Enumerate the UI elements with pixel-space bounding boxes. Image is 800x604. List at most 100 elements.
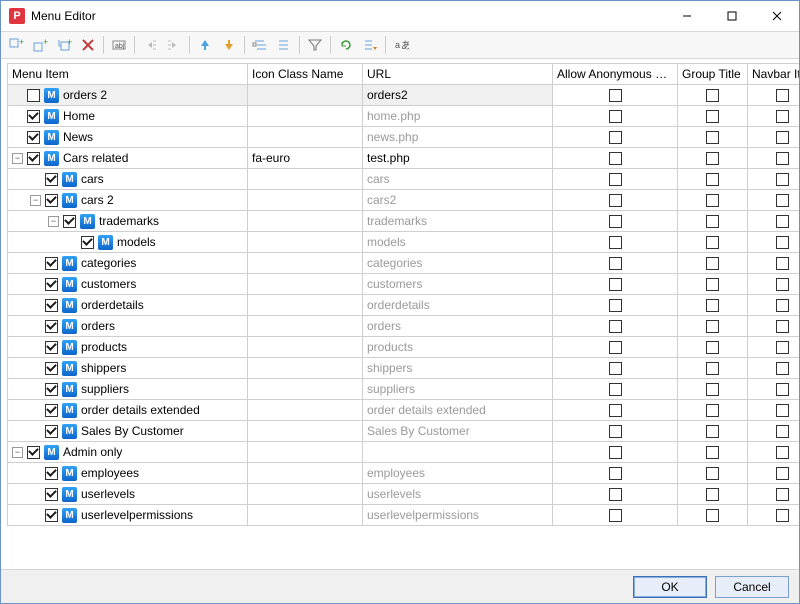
checkbox[interactable] bbox=[609, 236, 622, 249]
navbar-item-cell[interactable] bbox=[748, 295, 800, 316]
checkbox[interactable] bbox=[776, 215, 789, 228]
checkbox[interactable] bbox=[776, 257, 789, 270]
navbar-item-cell[interactable] bbox=[748, 169, 800, 190]
checkbox[interactable] bbox=[609, 110, 622, 123]
checkbox[interactable] bbox=[776, 131, 789, 144]
icon-class-cell[interactable] bbox=[248, 463, 363, 484]
table-row[interactable]: Morderdetailsorderdetails bbox=[8, 295, 800, 316]
checkbox[interactable] bbox=[706, 404, 719, 417]
rename-icon[interactable]: ab| bbox=[108, 34, 130, 56]
checkbox[interactable] bbox=[706, 89, 719, 102]
group-title-cell[interactable] bbox=[678, 274, 748, 295]
language-icon[interactable]: aあ bbox=[390, 34, 412, 56]
checkbox[interactable] bbox=[706, 425, 719, 438]
group-title-cell[interactable] bbox=[678, 106, 748, 127]
checkbox[interactable] bbox=[706, 278, 719, 291]
row-checkbox[interactable] bbox=[27, 110, 40, 123]
checkbox[interactable] bbox=[609, 194, 622, 207]
checkbox[interactable] bbox=[776, 173, 789, 186]
navbar-item-cell[interactable] bbox=[748, 127, 800, 148]
checkbox[interactable] bbox=[706, 383, 719, 396]
checkbox[interactable] bbox=[776, 320, 789, 333]
url-cell[interactable]: Sales By Customer bbox=[363, 421, 553, 442]
checkbox[interactable] bbox=[706, 509, 719, 522]
table-row[interactable]: Msupplierssuppliers bbox=[8, 379, 800, 400]
icon-class-cell[interactable] bbox=[248, 232, 363, 253]
table-row[interactable]: −MAdmin only bbox=[8, 442, 800, 463]
navbar-item-cell[interactable] bbox=[748, 211, 800, 232]
url-cell[interactable]: shippers bbox=[363, 358, 553, 379]
navbar-item-cell[interactable] bbox=[748, 253, 800, 274]
checkbox[interactable] bbox=[776, 488, 789, 501]
row-checkbox[interactable] bbox=[27, 131, 40, 144]
navbar-item-cell[interactable] bbox=[748, 148, 800, 169]
checkbox[interactable] bbox=[609, 446, 622, 459]
icon-class-cell[interactable] bbox=[248, 190, 363, 211]
checkbox[interactable] bbox=[776, 236, 789, 249]
move-down-icon[interactable] bbox=[218, 34, 240, 56]
checkbox[interactable] bbox=[609, 467, 622, 480]
allow-anon-cell[interactable] bbox=[553, 484, 678, 505]
checkbox[interactable] bbox=[776, 362, 789, 375]
group-title-cell[interactable] bbox=[678, 85, 748, 106]
checkbox[interactable] bbox=[706, 257, 719, 270]
row-checkbox[interactable] bbox=[45, 488, 58, 501]
row-checkbox[interactable] bbox=[45, 278, 58, 291]
icon-class-cell[interactable] bbox=[248, 505, 363, 526]
tree-toggle-icon[interactable]: − bbox=[12, 153, 23, 164]
checkbox[interactable] bbox=[706, 320, 719, 333]
checkbox[interactable] bbox=[609, 89, 622, 102]
checkbox[interactable] bbox=[776, 110, 789, 123]
allow-anon-cell[interactable] bbox=[553, 232, 678, 253]
url-cell[interactable]: categories bbox=[363, 253, 553, 274]
header-navbar-item[interactable]: Navbar Item bbox=[748, 64, 800, 85]
icon-class-cell[interactable] bbox=[248, 211, 363, 232]
group-title-cell[interactable] bbox=[678, 442, 748, 463]
table-row[interactable]: −Mcars 2cars2 bbox=[8, 190, 800, 211]
checkbox[interactable] bbox=[776, 383, 789, 396]
checkbox[interactable] bbox=[776, 299, 789, 312]
close-button[interactable] bbox=[754, 1, 799, 31]
add-sibling-after-icon[interactable]: + bbox=[29, 34, 51, 56]
icon-class-cell[interactable] bbox=[248, 358, 363, 379]
header-url[interactable]: URL bbox=[363, 64, 553, 85]
navbar-item-cell[interactable] bbox=[748, 463, 800, 484]
checkbox[interactable] bbox=[706, 446, 719, 459]
table-row[interactable]: Muserlevelpermissionsuserlevelpermission… bbox=[8, 505, 800, 526]
row-checkbox[interactable] bbox=[27, 446, 40, 459]
table-row[interactable]: MNewsnews.php bbox=[8, 127, 800, 148]
row-checkbox[interactable] bbox=[45, 404, 58, 417]
allow-anon-cell[interactable] bbox=[553, 421, 678, 442]
group-title-cell[interactable] bbox=[678, 127, 748, 148]
url-cell[interactable]: models bbox=[363, 232, 553, 253]
table-row[interactable]: Mordersorders bbox=[8, 316, 800, 337]
checkbox[interactable] bbox=[776, 89, 789, 102]
indent-icon[interactable] bbox=[163, 34, 185, 56]
checkbox[interactable] bbox=[609, 152, 622, 165]
url-cell[interactable]: products bbox=[363, 337, 553, 358]
table-row[interactable]: Morders 2orders2 bbox=[8, 85, 800, 106]
url-cell[interactable]: orderdetails bbox=[363, 295, 553, 316]
add-child-icon[interactable]: + bbox=[53, 34, 75, 56]
navbar-item-cell[interactable] bbox=[748, 232, 800, 253]
checkbox[interactable] bbox=[776, 341, 789, 354]
icon-class-cell[interactable] bbox=[248, 127, 363, 148]
row-checkbox[interactable] bbox=[45, 173, 58, 186]
icon-class-cell[interactable] bbox=[248, 253, 363, 274]
table-row[interactable]: Morder details extendedorder details ext… bbox=[8, 400, 800, 421]
navbar-item-cell[interactable] bbox=[748, 379, 800, 400]
table-row[interactable]: Mproductsproducts bbox=[8, 337, 800, 358]
allow-anon-cell[interactable] bbox=[553, 400, 678, 421]
table-row[interactable]: MSales By CustomerSales By Customer bbox=[8, 421, 800, 442]
url-cell[interactable]: trademarks bbox=[363, 211, 553, 232]
row-checkbox[interactable] bbox=[81, 236, 94, 249]
icon-class-cell[interactable] bbox=[248, 85, 363, 106]
tree-toggle-icon[interactable]: − bbox=[48, 216, 59, 227]
checkbox[interactable] bbox=[609, 299, 622, 312]
allow-anon-cell[interactable] bbox=[553, 337, 678, 358]
group-title-cell[interactable] bbox=[678, 463, 748, 484]
cancel-button[interactable]: Cancel bbox=[715, 576, 789, 598]
table-row[interactable]: Mcarscars bbox=[8, 169, 800, 190]
icon-class-cell[interactable] bbox=[248, 274, 363, 295]
allow-anon-cell[interactable] bbox=[553, 253, 678, 274]
